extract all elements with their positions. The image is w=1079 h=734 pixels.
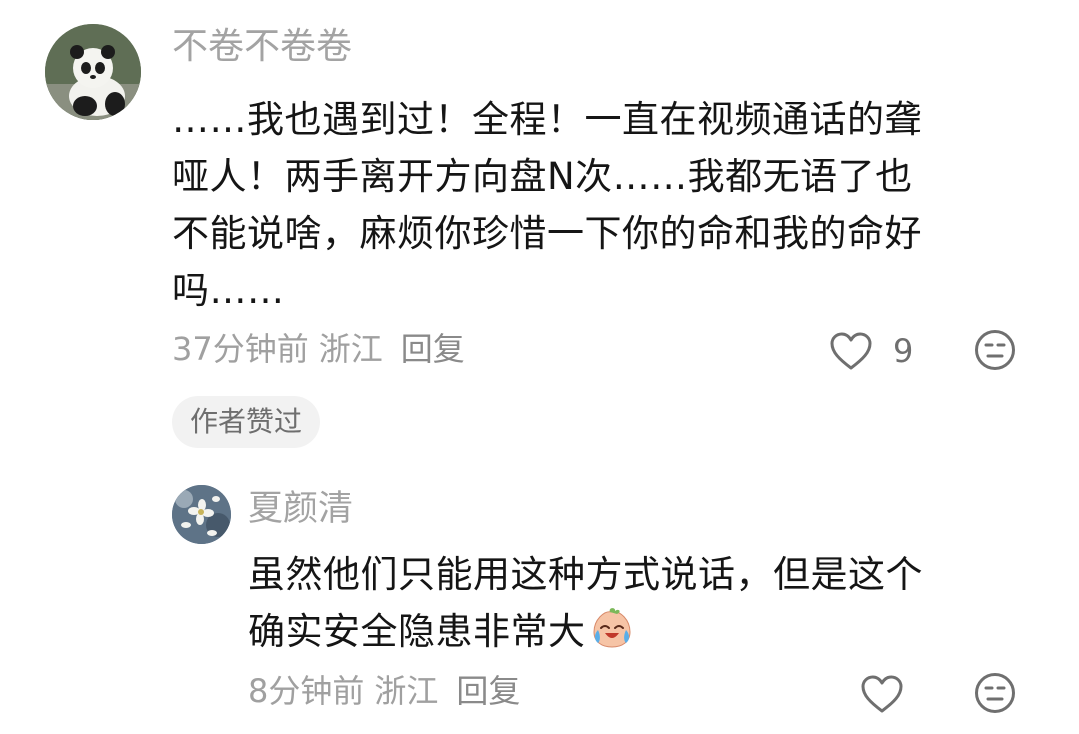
comment-text: ……我也遇到过！全程！一直在视频通话的聋 哑人！两手离开方向盘N次……我都无语了…	[172, 91, 1022, 319]
reply-user-avatar[interactable]	[172, 485, 231, 544]
reply-like-button[interactable]	[860, 671, 904, 717]
comment-text-line: 不能说啥，麻烦你珍惜一下你的命和我的命好	[172, 212, 922, 255]
comment-location: 浙江	[318, 330, 383, 368]
crying-laughing-peach-emoji-icon	[592, 608, 631, 648]
neutral-face-icon	[975, 330, 1015, 370]
comment-username[interactable]: 不卷不卷卷	[172, 22, 352, 72]
comment-text-line: 吗……	[172, 269, 285, 312]
reply-text-line: 虽然他们只能用这种方式说话，但是这个	[248, 553, 923, 596]
reply-meta: 8分钟前 浙江 回复	[248, 669, 520, 713]
like-count: 9	[893, 332, 914, 370]
comment-text-line: ……我也遇到过！全程！一直在视频通话的聋	[172, 98, 922, 141]
user-avatar[interactable]	[45, 24, 141, 120]
reply-dislike-button[interactable]	[973, 671, 1017, 715]
comment-thread: 不卷不卷卷 ……我也遇到过！全程！一直在视频通话的聋 哑人！两手离开方向盘N次……	[0, 0, 1079, 734]
heart-icon	[830, 332, 872, 370]
author-liked-badge: 作者赞过	[172, 396, 321, 448]
reply-reply-button[interactable]: 回复	[456, 672, 520, 710]
heart-icon	[861, 675, 903, 713]
reply-username[interactable]: 夏颜清	[248, 485, 353, 533]
reply-text-line: 确实安全隐患非常大	[248, 603, 1028, 660]
reply-text: 虽然他们只能用这种方式说话，但是这个 确实安全隐患非常大	[248, 546, 1028, 660]
neutral-face-icon	[975, 673, 1015, 713]
reply-text-segment: 确实安全隐患非常大	[248, 610, 586, 653]
dislike-button[interactable]	[973, 328, 1017, 372]
comment-meta: 37分钟前 浙江 回复	[172, 327, 465, 371]
reply-time: 8分钟前	[248, 672, 365, 710]
flowers-avatar-icon	[172, 485, 231, 544]
reply-location: 浙江	[374, 672, 439, 710]
panda-avatar-icon	[45, 24, 141, 120]
like-button[interactable]: 9	[829, 328, 913, 374]
reply-button[interactable]: 回复	[401, 330, 465, 368]
comment-time: 37分钟前	[172, 330, 309, 368]
comment-text-line: 哑人！两手离开方向盘N次……我都无语了也	[172, 155, 913, 198]
